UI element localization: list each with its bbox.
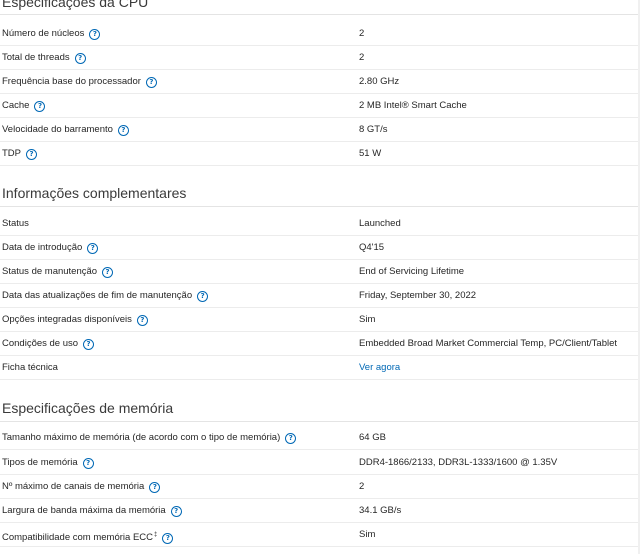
spec-label: Opções integradas disponíveis? [2,308,148,332]
spec-value: DDR4-1866/2133, DDR3L-1333/1600 @ 1.35V [359,457,558,468]
help-question-icon[interactable]: ? [162,533,174,544]
spec-label: Cache? [2,94,46,118]
help-question-icon[interactable]: ? [82,458,94,469]
section-title-supplemental: Informações complementares [2,185,187,201]
help-question-icon[interactable]: ? [197,291,209,302]
spec-value: Friday, September 30, 2022 [359,290,477,301]
spec-value: Sim [359,314,376,325]
datasheet-link[interactable]: Ver agora [359,356,400,380]
spec-value: Q4'15 [359,242,385,253]
spec-row-datasheet: Ficha técnica Ver agora [0,356,640,380]
spec-label: Total de threads? [2,46,86,70]
spec-label: TDP? [2,142,37,166]
help-question-icon[interactable]: ? [74,53,86,64]
spec-row-memory-bandwidth: Largura de banda máxima da memória? 34.1… [0,499,640,523]
spec-label: Data de introdução? [2,236,99,260]
spec-label: Velocidade do barramento? [2,118,129,142]
help-question-icon[interactable]: ? [145,77,157,88]
spec-value: 2 [359,28,365,39]
help-question-icon[interactable]: ? [34,101,46,112]
section-title-memory: Especificações de memória [2,400,174,416]
spec-label: Ficha técnica [2,362,58,373]
spec-value: 51 W [359,148,382,159]
row-divider [0,546,640,547]
help-question-icon[interactable]: ? [26,149,37,160]
help-question-icon[interactable]: ? [87,243,99,254]
spec-value: 2.80 GHz [359,76,400,87]
spec-value: Sim [359,529,376,540]
help-question-icon[interactable]: ? [117,125,129,136]
section-rule [0,421,640,422]
row-divider [0,449,640,450]
spec-row-max-memory-size: Tamanho máximo de memória (de acordo com… [0,426,640,450]
spec-row-tdp: TDP? 51 W [0,142,640,166]
spec-row-ecc-support: Compatibilidade com memória ECC‡? Sim [0,523,640,547]
spec-value: 2 [359,52,365,63]
spec-label: Condições de uso? [2,332,95,356]
spec-value: Embedded Broad Market Commercial Temp, P… [359,338,618,349]
row-divider [0,379,640,380]
spec-row-memory-types: Tipos de memória? DDR4-1866/2133, DDR3L-… [0,451,640,475]
help-question-icon[interactable]: ? [102,267,114,278]
help-question-icon[interactable]: ? [136,315,148,326]
footnote-marker: ‡ [154,532,158,538]
spec-row-status: Status Launched [0,212,640,236]
section-rule [0,206,640,207]
spec-value: 2 [359,481,365,492]
spec-value: 2 MB Intel® Smart Cache [359,100,467,111]
spec-row-launch-date: Data de introdução? Q4'15 [0,236,640,260]
spec-row-cores: Número de núcleos? 2 [0,22,640,46]
spec-value: 34.1 GB/s [359,505,402,516]
help-question-icon[interactable]: ? [83,339,95,350]
spec-value: End of Servicing Lifetime [359,266,465,277]
spec-value: 64 GB [359,432,386,443]
row-divider [0,165,640,166]
help-question-icon[interactable]: ? [170,506,182,517]
section-rule [0,14,640,15]
spec-label: Nº máximo de canais de memória? [2,475,161,499]
spec-row-base-frequency: Frequência base do processador? 2.80 GHz [0,70,640,94]
help-question-icon[interactable]: ? [149,482,161,493]
spec-row-cache: Cache? 2 MB Intel® Smart Cache [0,94,640,118]
spec-label: Tipos de memória? [2,451,94,475]
spec-row-memory-channels: Nº máximo de canais de memória? 2 [0,475,640,499]
spec-label: Compatibilidade com memória ECC‡? [2,523,174,547]
spec-label: Data das atualizações de fim de manutenç… [2,284,209,308]
spec-row-servicing-status: Status de manutenção? End of Servicing L… [0,260,640,284]
help-question-icon[interactable]: ? [89,29,101,40]
spec-label: Tamanho máximo de memória (de acordo com… [2,426,297,450]
spec-label: Status [2,218,29,229]
spec-row-bus-speed: Velocidade do barramento? 8 GT/s [0,118,640,142]
spec-label: Largura de banda máxima da memória? [2,499,182,523]
help-question-icon[interactable]: ? [285,433,297,444]
spec-label: Número de núcleos? [2,22,101,46]
spec-row-end-of-servicing-date: Data das atualizações de fim de manutenç… [0,284,640,308]
spec-row-use-conditions: Condições de uso? Embedded Broad Market … [0,332,640,356]
spec-label: Frequência base do processador? [2,70,157,94]
spec-row-threads: Total de threads? 2 [0,46,640,70]
spec-value: 8 GT/s [359,124,388,135]
spec-value: Launched [359,218,401,229]
spec-label: Status de manutenção? [2,260,114,284]
section-title-cpu: Especificações da CPU [2,0,149,10]
spec-row-embedded-options: Opções integradas disponíveis? Sim [0,308,640,332]
